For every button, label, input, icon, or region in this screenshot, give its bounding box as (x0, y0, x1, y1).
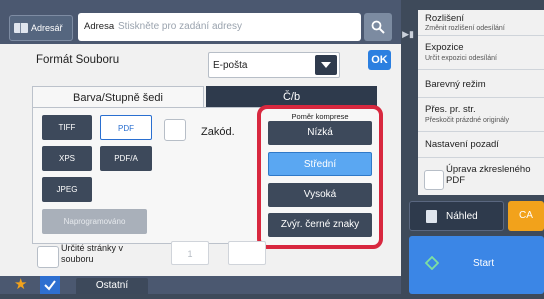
filetype-jpeg-button[interactable]: JPEG (42, 177, 92, 202)
search-button[interactable] (364, 13, 392, 41)
address-label: Adresa (84, 21, 115, 32)
filetype-pdfa-button[interactable]: PDF/A (100, 146, 152, 171)
quick-settings-list: Rozlišení Změnit rozlišení odesílání Exp… (418, 10, 544, 195)
file-format-value: E-pošta (213, 60, 248, 71)
programmed-button[interactable]: Naprogramováno (42, 209, 147, 234)
menu-item-skip-blank[interactable]: Přes. pr. str. Přeskočit prázdné originá… (418, 98, 544, 132)
distortion-fix-label: Úprava zkresleného PDF (446, 164, 531, 186)
specific-pages-checkbox[interactable] (37, 246, 59, 268)
filetype-pdf-button[interactable]: PDF (100, 115, 152, 140)
menu-item-title: Rozlišení (425, 13, 465, 24)
compression-ratio-group: Poměr komprese Nízká Střední Vysoká Zvýr… (257, 105, 383, 249)
distortion-fix-line2: PDF (446, 175, 465, 186)
addressbook-icon (14, 23, 28, 33)
others-button[interactable]: Ostatní (76, 278, 148, 294)
dropdown-arrow-icon (315, 55, 337, 75)
compression-title: Poměr komprese (291, 112, 349, 121)
menu-item-title: Barevný režim (425, 79, 486, 90)
star-icon[interactable]: ★ (14, 276, 27, 294)
specific-pages-input-2[interactable] (228, 241, 266, 265)
addressbook-label: Adresář (31, 23, 63, 33)
checkmark-icon[interactable] (40, 276, 60, 294)
distortion-fix-line1: Úprava zkresleného (446, 164, 531, 175)
menu-item-title: Expozice (425, 42, 464, 53)
file-format-label: Formát Souboru (36, 54, 120, 66)
address-input[interactable]: Adresa Stiskněte pro zadání adresy (78, 13, 361, 41)
menu-item-resolution[interactable]: Rozlišení Změnit rozlišení odesílání (418, 10, 544, 36)
clear-all-button[interactable]: CA (508, 201, 544, 231)
file-format-select[interactable]: E-pošta (208, 52, 340, 78)
specific-pages-input[interactable]: 1 (171, 241, 209, 265)
top-bar: Adresář Adresa Stiskněte pro zadání adre… (0, 0, 401, 44)
address-placeholder: Stiskněte pro zadání adresy (118, 21, 242, 32)
menu-item-title: Nastavení pozadí (425, 139, 499, 150)
preview-label: Náhled (446, 211, 478, 222)
search-icon (371, 20, 385, 34)
collapse-arrow-icon[interactable]: ▶▮ (401, 24, 415, 44)
compression-black-text-button[interactable]: Zvýr. černé znaky (268, 213, 372, 237)
encrypt-label: Zakód. (201, 126, 235, 138)
compression-medium-button[interactable]: Střední (268, 152, 372, 176)
specific-pages-label-line1: Určité stránky v (61, 243, 124, 253)
addressbook-button[interactable]: Adresář (9, 15, 73, 41)
menu-item-subtitle: Určit expozici odesílání (425, 55, 497, 62)
encrypt-checkbox[interactable] (164, 119, 186, 141)
preview-button[interactable]: Náhled (409, 201, 504, 231)
menu-item-color-mode[interactable]: Barevný režim (418, 70, 544, 98)
distortion-fix-checkbox[interactable] (424, 170, 444, 190)
preview-icon (426, 210, 437, 223)
tab-color-grayscale[interactable]: Barva/Stupně šedi (32, 86, 204, 108)
filetype-xps-button[interactable]: XPS (42, 146, 92, 171)
bottom-bar (0, 276, 401, 294)
start-button[interactable]: Start (409, 236, 544, 294)
menu-item-title: Přes. pr. str. (425, 104, 476, 115)
menu-item-exposure[interactable]: Expozice Určit expozici odesílání (418, 36, 544, 70)
menu-item-subtitle: Změnit rozlišení odesílání (425, 25, 505, 32)
menu-item-subtitle: Přeskočit prázdné originály (425, 117, 510, 124)
start-label: Start (473, 258, 495, 269)
specific-pages-label: Určité stránky v souboru (61, 243, 123, 265)
compression-low-button[interactable]: Nízká (268, 121, 372, 145)
compression-high-button[interactable]: Vysoká (268, 183, 372, 207)
specific-pages-label-line2: souboru (61, 254, 94, 264)
filetype-tiff-button[interactable]: TIFF (42, 115, 92, 140)
start-icon (425, 256, 439, 270)
ok-button[interactable]: OK (368, 50, 391, 70)
menu-item-background[interactable]: Nastavení pozadí (418, 132, 544, 158)
